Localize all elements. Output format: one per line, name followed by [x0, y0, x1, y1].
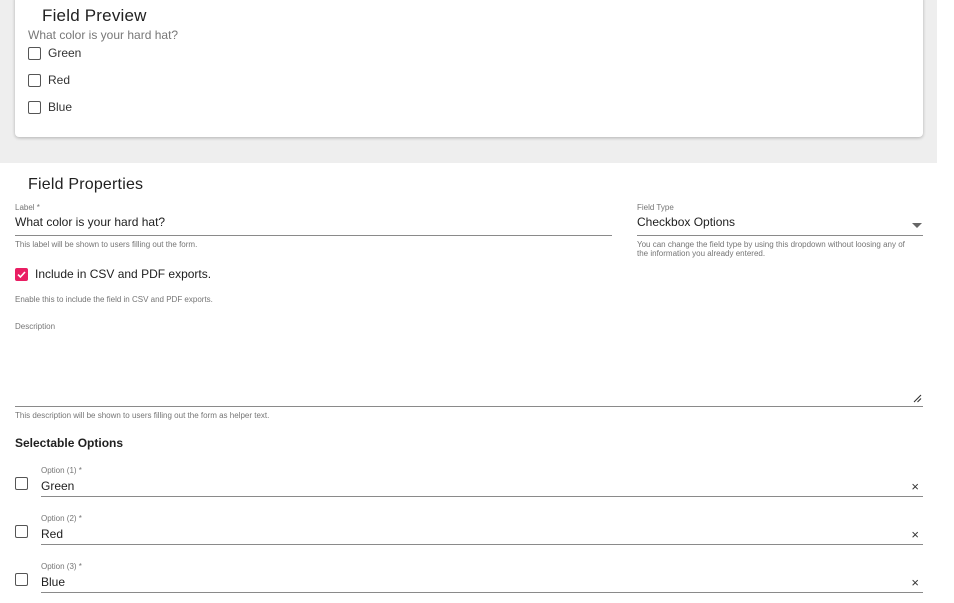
- preview-option-label: Blue: [48, 100, 73, 114]
- scrollbar-track[interactable]: [937, 0, 954, 595]
- description-underline: [15, 406, 923, 407]
- export-checkbox-label: Include in CSV and PDF exports.: [35, 267, 212, 281]
- option-input[interactable]: Green: [41, 479, 74, 493]
- close-icon[interactable]: ×: [911, 576, 919, 589]
- option-row: Option (3) * Blue ×: [15, 561, 923, 595]
- field-properties-panel: Field Properties Label * What color is y…: [0, 163, 937, 603]
- field-type-value: Checkbox Options: [637, 215, 736, 229]
- preview-option-label: Red: [48, 73, 71, 87]
- label-field-label: Label *: [15, 203, 40, 212]
- field-type-label: Field Type: [637, 203, 674, 212]
- option-underline: [41, 496, 923, 497]
- description-label: Description: [15, 322, 56, 331]
- preview-option-red[interactable]: Red: [28, 73, 70, 87]
- label-helper-text: This label will be shown to users fillin…: [15, 240, 198, 249]
- option-underline: [41, 544, 923, 545]
- export-helper-text: Enable this to include the field in CSV …: [15, 295, 213, 304]
- selectable-options-title: Selectable Options: [15, 436, 124, 450]
- preview-option-label: Green: [48, 46, 82, 60]
- chevron-down-icon[interactable]: [912, 223, 922, 228]
- option-label: Option (3) *: [41, 562, 82, 571]
- label-input-underline: [15, 235, 612, 236]
- option-label: Option (1) *: [41, 466, 82, 475]
- field-properties-title: Field Properties: [28, 176, 144, 193]
- option-input[interactable]: Blue: [41, 575, 65, 589]
- export-checkbox-row[interactable]: Include in CSV and PDF exports.: [15, 267, 211, 281]
- close-icon[interactable]: ×: [911, 528, 919, 541]
- preview-option-green[interactable]: Green: [28, 46, 81, 60]
- field-type-helper-text: You can change the field type by using t…: [637, 240, 905, 258]
- label-input[interactable]: What color is your hard hat?: [15, 215, 612, 236]
- option-label: Option (2) *: [41, 514, 82, 523]
- checkbox-icon[interactable]: [15, 573, 28, 586]
- description-helper-text: This description will be shown to users …: [15, 411, 270, 420]
- option-row: Option (2) * Red ×: [15, 513, 923, 547]
- checkbox-icon[interactable]: [28, 100, 41, 114]
- close-icon[interactable]: ×: [911, 480, 919, 493]
- option-input[interactable]: Red: [41, 527, 63, 541]
- field-preview-card: Field Preview What color is your hard ha…: [15, 0, 923, 137]
- resize-handle-icon[interactable]: [913, 394, 922, 403]
- label-input-value: What color is your hard hat?: [15, 215, 166, 229]
- field-preview-title: Field Preview: [42, 6, 147, 25]
- checkbox-icon[interactable]: [28, 73, 41, 87]
- description-textarea[interactable]: [15, 335, 923, 407]
- checkbox-checked-icon[interactable]: [15, 267, 28, 281]
- preview-question-label: What color is your hard hat?: [28, 28, 179, 42]
- preview-option-blue[interactable]: Blue: [28, 100, 72, 114]
- option-underline: [41, 592, 923, 593]
- option-row: Option (1) * Green ×: [15, 465, 923, 499]
- field-type-underline: [637, 235, 923, 236]
- checkbox-icon[interactable]: [15, 525, 28, 538]
- field-type-select[interactable]: Checkbox Options: [637, 215, 923, 236]
- checkbox-icon[interactable]: [28, 46, 41, 60]
- checkbox-icon[interactable]: [15, 477, 28, 490]
